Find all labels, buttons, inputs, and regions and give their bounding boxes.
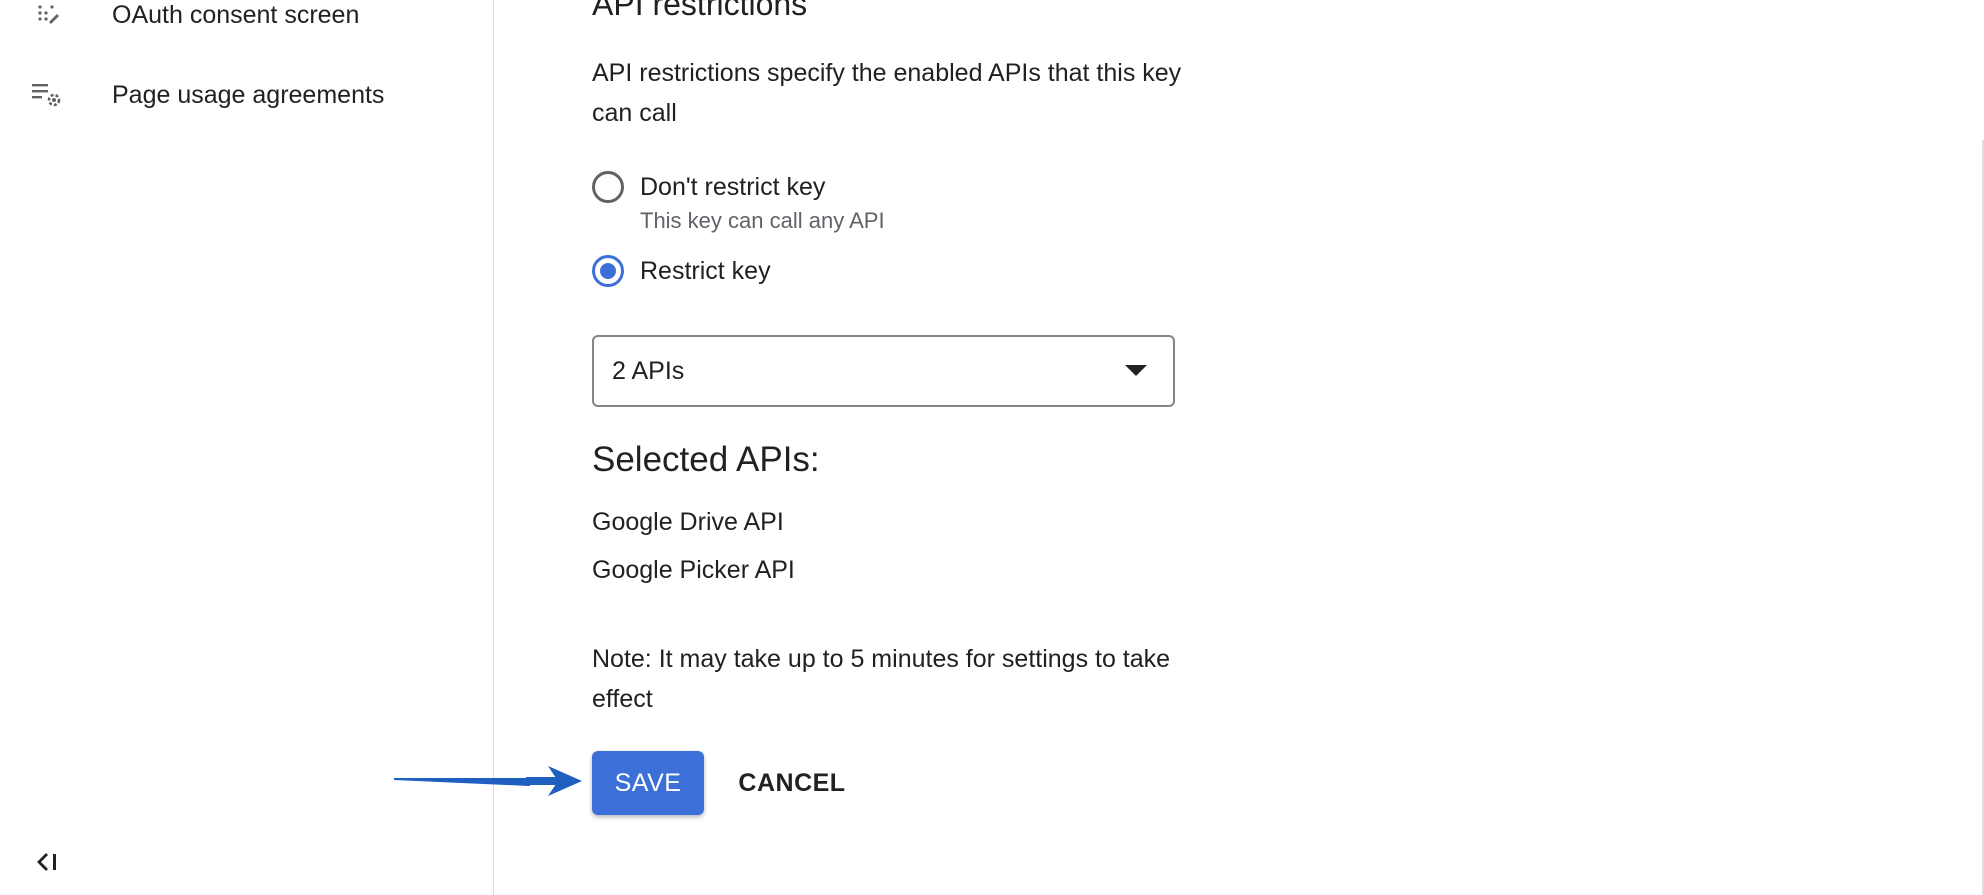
selected-apis-heading: Selected APIs: xyxy=(592,440,820,479)
sidebar-item-page-usage-agreements[interactable]: Page usage agreements xyxy=(0,67,493,123)
settings-note: Note: It may take up to 5 minutes for se… xyxy=(592,645,1171,713)
selected-api-item: Google Drive API xyxy=(592,508,784,536)
sidebar-item-label: OAuth consent screen xyxy=(112,0,360,29)
page: OAuth consent screen Page usage agreemen… xyxy=(0,0,1984,895)
radio-label: Restrict key xyxy=(640,256,771,285)
collapse-sidebar-button[interactable] xyxy=(30,846,66,882)
section-description: API restrictions specify the enabled API… xyxy=(592,59,1182,127)
selected-api-item: Google Picker API xyxy=(592,556,795,584)
dropdown-arrow-icon xyxy=(1125,365,1147,376)
collapse-sidebar-icon xyxy=(36,851,60,878)
select-value: 2 APIs xyxy=(612,356,685,385)
annotation-arrow-icon xyxy=(394,766,582,796)
oauth-consent-icon xyxy=(32,0,64,31)
radio-help-text: This key can call any API xyxy=(640,208,885,233)
radio-restrict-key[interactable]: Restrict key xyxy=(592,255,771,287)
api-select-dropdown[interactable]: 2 APIs xyxy=(592,335,1175,407)
save-button[interactable]: SAVE xyxy=(592,751,704,815)
section-title: API restrictions xyxy=(592,0,808,22)
radio-button-selected[interactable] xyxy=(592,255,624,287)
radio-dont-restrict-key[interactable]: Don't restrict key xyxy=(592,171,825,203)
radio-button[interactable] xyxy=(592,171,624,203)
page-usage-settings-icon xyxy=(32,79,64,111)
radio-label: Don't restrict key xyxy=(640,172,826,201)
sidebar-item-oauth-consent-screen[interactable]: OAuth consent screen xyxy=(0,0,493,43)
cancel-button[interactable]: CANCEL xyxy=(732,751,852,815)
sidebar-item-label: Page usage agreements xyxy=(112,80,385,109)
